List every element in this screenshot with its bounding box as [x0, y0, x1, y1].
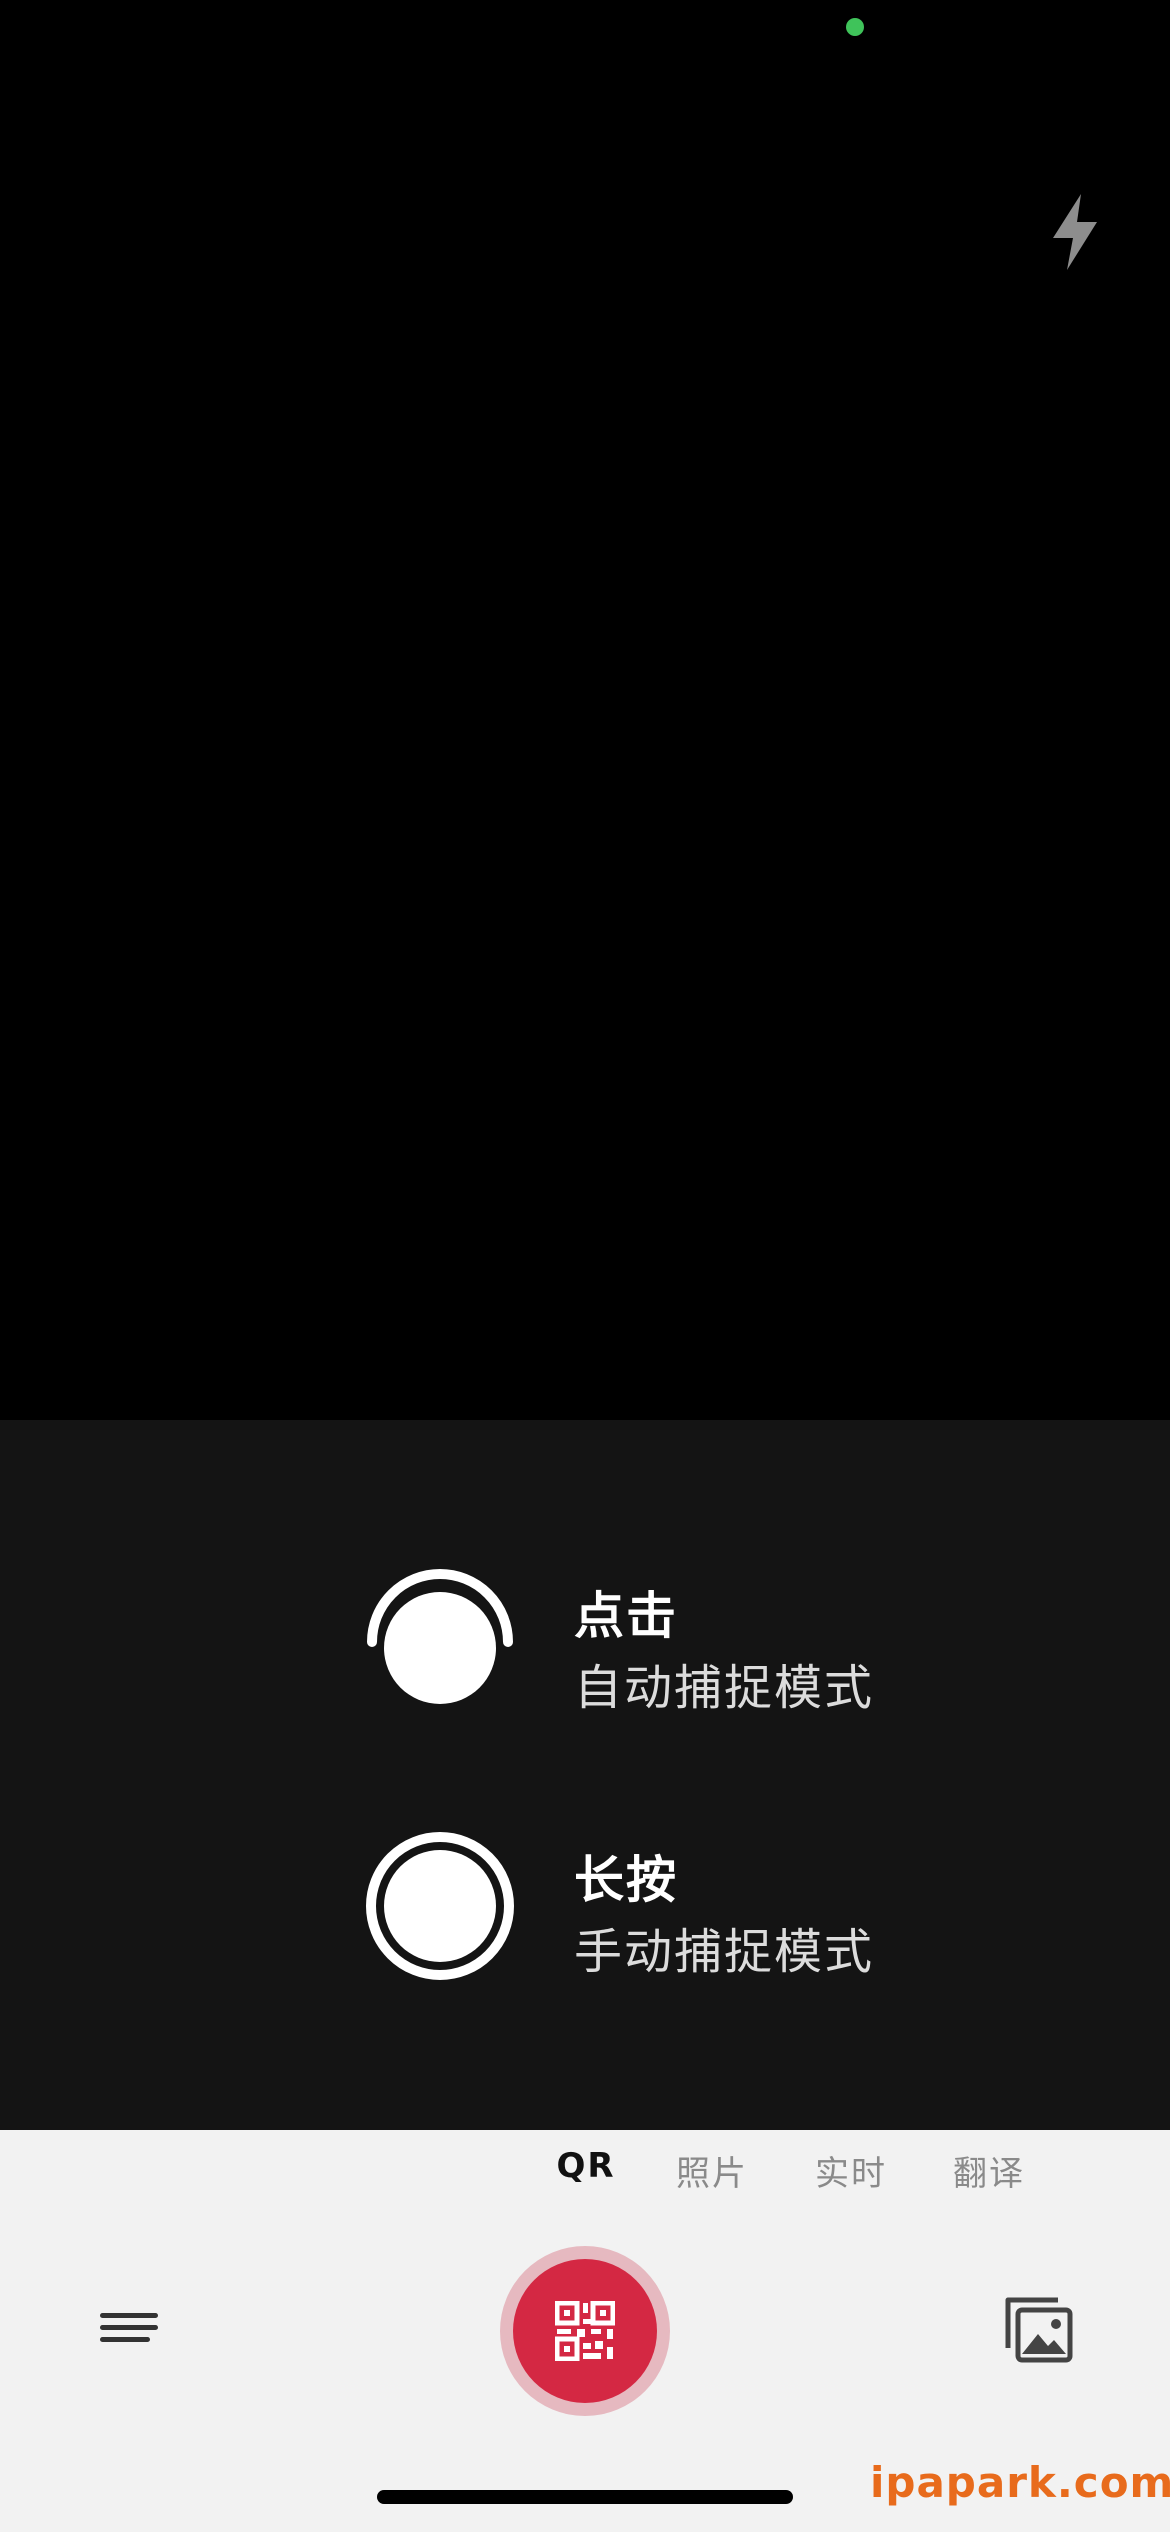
tap-hint-subtitle: 自动捕捉模式 [574, 1660, 875, 1716]
hold-hint: 长按 手动捕捉模式 [364, 1830, 924, 1990]
mode-tabs: QR 照片 实时 翻译 [0, 2146, 1170, 2216]
watermark-text: ipapark.com [870, 2458, 1170, 2507]
camera-viewfinder[interactable] [0, 0, 1170, 1420]
tap-hint-title: 点击 [574, 1587, 678, 1645]
camera-scanner-screen: 点击 自动捕捉模式 长按 手动捕捉模式 QR 照片 实时 翻译 ipapark.… [0, 0, 1170, 2532]
gallery-images-icon [1005, 2297, 1073, 2363]
menu-lines-icon [100, 2313, 158, 2342]
tab-photo[interactable]: 照片 [676, 2146, 748, 2195]
home-indicator[interactable] [377, 2490, 793, 2504]
gallery-button[interactable] [1002, 2294, 1074, 2364]
camera-in-use-indicator [846, 18, 864, 36]
flash-toggle-button[interactable] [1043, 192, 1107, 272]
lightning-bolt-icon [1053, 194, 1097, 270]
tab-translate[interactable]: 翻译 [953, 2146, 1025, 2195]
capture-hint-panel: 点击 自动捕捉模式 长按 手动捕捉模式 [0, 1420, 1170, 2130]
shutter-button-core [513, 2259, 657, 2403]
menu-button[interactable] [96, 2305, 164, 2355]
tap-hint: 点击 自动捕捉模式 [364, 1566, 924, 1726]
hold-hint-subtitle: 手动捕捉模式 [574, 1924, 875, 1980]
hold-hint-title: 长按 [574, 1851, 678, 1909]
tap-auto-capture-icon [367, 1569, 513, 1704]
hold-manual-capture-icon [366, 1832, 514, 1980]
tab-qr[interactable]: QR [556, 2146, 615, 2186]
tab-live[interactable]: 实时 [815, 2146, 887, 2195]
qr-code-icon [555, 2301, 615, 2361]
shutter-button[interactable] [500, 2246, 670, 2416]
